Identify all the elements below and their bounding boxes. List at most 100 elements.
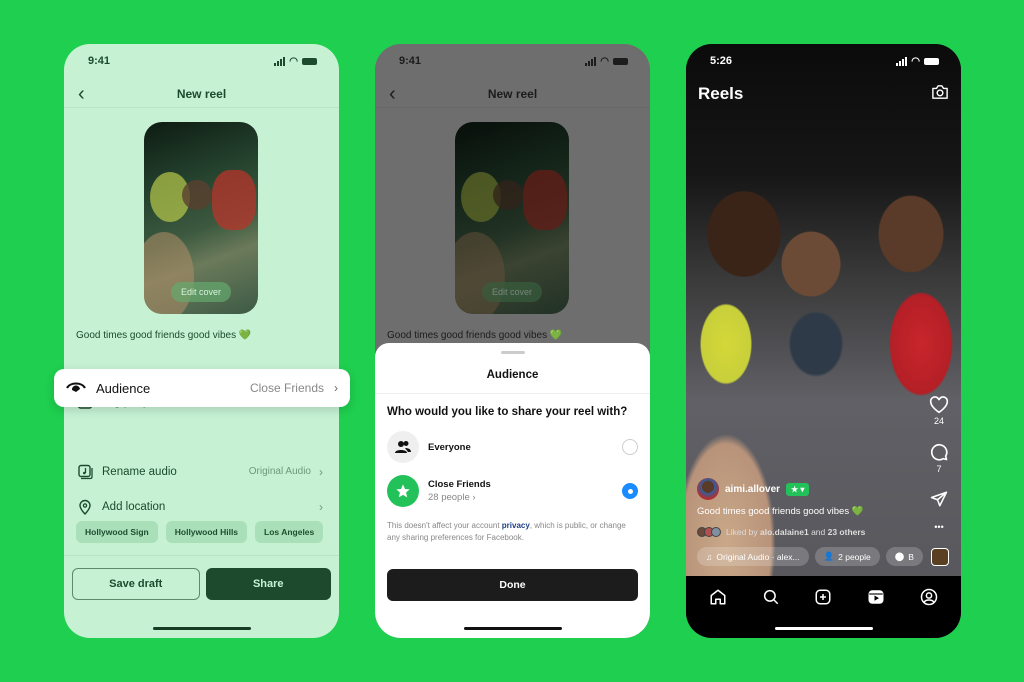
signal-icon [896, 56, 908, 66]
tab-home[interactable] [707, 586, 729, 608]
tab-profile[interactable] [918, 586, 940, 608]
more-options-icon[interactable]: ••• [927, 522, 951, 532]
audience-eye-icon [66, 380, 86, 397]
like-count: 24 [933, 416, 944, 426]
battery-icon [302, 57, 317, 65]
chevron-right-icon: › [319, 499, 323, 514]
page-title: New reel [487, 86, 538, 101]
location-chip[interactable]: Hollywood Hills [165, 521, 248, 543]
comment-icon [930, 443, 948, 461]
home-indicator [774, 627, 873, 630]
share-button[interactable]: Share [205, 568, 331, 600]
liked-by[interactable]: Liked by alo.dalaine1 and 23 others [697, 527, 865, 537]
location-icon [76, 498, 94, 516]
status-time: 9:41 [399, 55, 422, 67]
back-chevron-icon[interactable]: ‹ [389, 84, 396, 104]
audience-sheet-screen: 9:41 ◠ ‹ New reel Edit cover Good times … [375, 44, 650, 638]
reel-info-pills: ♫ Original Audio · alex... 👤 2 people ⬤ B [697, 547, 923, 566]
tab-search[interactable] [760, 586, 782, 608]
wifi-icon: ◠ [911, 55, 920, 67]
send-icon [930, 491, 948, 507]
comment-button[interactable]: 7 [927, 442, 951, 474]
location-icon: ⬤ [894, 551, 905, 561]
audience-option-everyone[interactable]: Everyone [387, 430, 638, 464]
chevron-right-icon: › [334, 381, 338, 395]
divider [375, 393, 650, 394]
reel-caption[interactable]: Good times good friends good vibes 💚 [697, 506, 864, 517]
page-title: New reel [176, 86, 227, 101]
profile-icon [920, 588, 937, 606]
location-chip[interactable]: Los Angeles [255, 521, 324, 543]
status-bar: 9:41 ◠ [399, 54, 628, 68]
close-friends-count-link[interactable]: 28 people › [428, 492, 622, 503]
caption-text[interactable]: Good times good friends good vibes 💚 [76, 330, 251, 341]
home-indicator [463, 627, 562, 630]
tagged-people-pill[interactable]: 👤 2 people [814, 547, 880, 566]
battery-icon [613, 57, 628, 65]
reels-title: Reels [698, 84, 744, 103]
bottom-tab-bar [686, 576, 961, 638]
liker-avatars [697, 527, 721, 537]
radio-everyone[interactable] [622, 439, 638, 455]
audio-thumbnail[interactable] [931, 548, 949, 566]
audience-row-highlight[interactable]: Audience Close Friends › [54, 369, 350, 407]
people-icon [387, 431, 419, 463]
radio-close-friends-selected[interactable] [622, 483, 638, 499]
heart-icon [929, 396, 949, 414]
edit-cover-button[interactable]: Edit cover [170, 282, 232, 302]
save-draft-button[interactable]: Save draft [72, 568, 200, 600]
sheet-title: Audience [486, 369, 539, 381]
sheet-grabber[interactable] [500, 351, 525, 354]
like-button[interactable]: 24 [927, 396, 951, 426]
reel-cover-thumbnail: Edit cover [455, 122, 569, 314]
close-friends-star-icon [387, 475, 419, 507]
wifi-icon: ◠ [600, 55, 609, 67]
audio-pill[interactable]: ♫ Original Audio · alex... [697, 547, 809, 566]
location-chip[interactable]: Hollywood Sign [76, 521, 158, 543]
status-bar: 9:41 ◠ [88, 54, 317, 68]
tab-create[interactable] [812, 586, 834, 608]
reels-viewer-screen: 5:26 ◠ Reels 24 7 ••• aimi.allover ★ ▾ G… [686, 44, 961, 638]
privacy-note: This doesn't affect your account privacy… [387, 521, 626, 542]
camera-icon[interactable] [931, 84, 949, 100]
privacy-link[interactable]: privacy [502, 521, 530, 530]
signal-icon [274, 56, 286, 66]
location-pill[interactable]: ⬤ B [885, 547, 923, 566]
edit-cover-button: Edit cover [481, 282, 543, 302]
reels-icon [868, 590, 884, 604]
audience-question: Who would you like to share your reel wi… [387, 406, 628, 418]
battery-icon [924, 57, 939, 65]
status-bar: 5:26 ◠ [710, 54, 939, 68]
music-icon: ♫ [706, 551, 713, 562]
create-icon [815, 589, 831, 605]
new-reel-screen: 9:41 ◠ ‹ New reel Edit cover Good times … [64, 44, 339, 638]
search-icon [763, 589, 779, 605]
divider [64, 555, 339, 556]
audience-option-close-friends[interactable]: Close Friends 28 people › [387, 474, 638, 508]
avatar[interactable] [697, 478, 719, 500]
wifi-icon: ◠ [289, 55, 298, 67]
location-suggestions: Hollywood Sign Hollywood Hills Los Angel… [76, 521, 324, 543]
home-indicator [152, 627, 251, 630]
home-icon [710, 589, 726, 605]
chevron-right-icon: › [319, 464, 323, 479]
nav-bar: ‹ New reel [375, 80, 650, 108]
status-time: 5:26 [710, 55, 733, 67]
close-friends-badge[interactable]: ★ ▾ [786, 482, 810, 496]
audience-bottom-sheet: Audience Who would you like to share you… [375, 343, 650, 638]
menu-item-audience[interactable] [64, 419, 339, 454]
rename-audio-icon [76, 463, 94, 481]
back-chevron-icon[interactable]: ‹ [78, 84, 85, 104]
green-heart-emoji: 💚 [851, 506, 864, 517]
tab-reels[interactable] [865, 586, 887, 608]
done-button[interactable]: Done [387, 569, 638, 601]
status-time: 9:41 [88, 55, 111, 67]
menu-item-add-location[interactable]: Add location › [64, 489, 339, 524]
reel-cover-thumbnail[interactable]: Edit cover [144, 122, 258, 314]
green-heart-emoji: 💚 [238, 330, 252, 341]
share-button[interactable] [927, 490, 951, 510]
username[interactable]: aimi.allover [725, 484, 780, 495]
menu-item-rename-audio[interactable]: Rename audio Original Audio › [64, 454, 339, 489]
green-heart-emoji: 💚 [549, 330, 563, 341]
signal-icon [585, 56, 597, 66]
